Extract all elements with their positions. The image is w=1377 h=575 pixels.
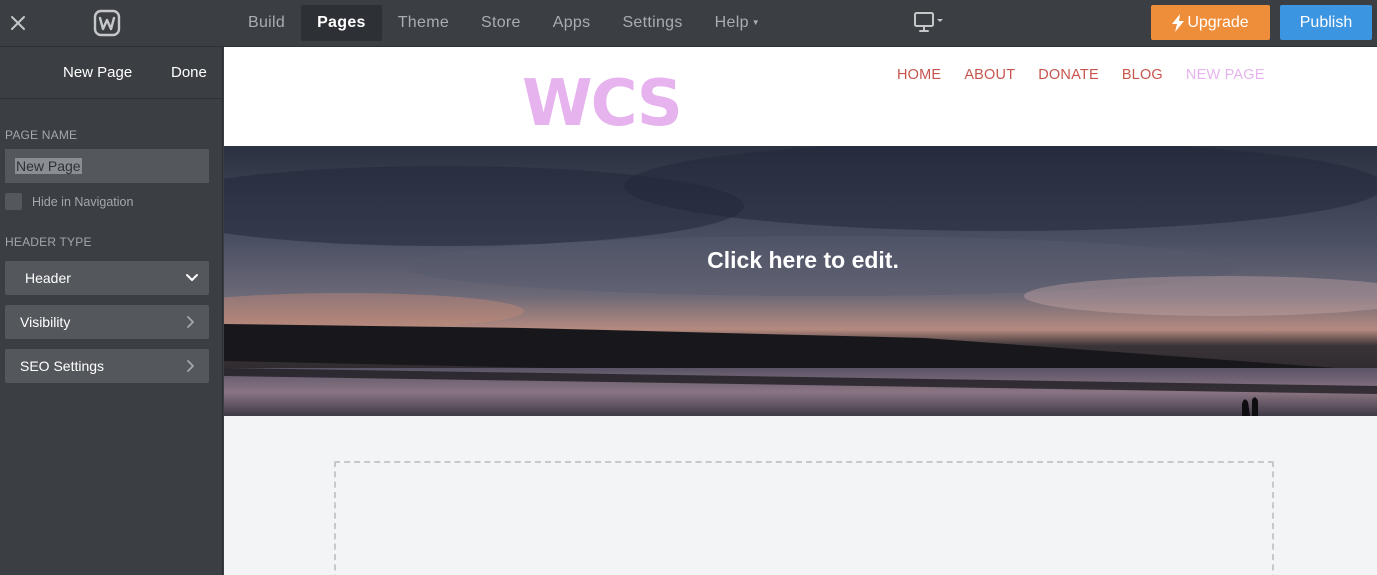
nav-pages[interactable]: Pages xyxy=(301,5,382,41)
done-button[interactable]: Done xyxy=(171,64,207,81)
site-preview-canvas: WCS HOME ABOUT DONATE BLOG NEW PAGE Clic… xyxy=(224,47,1377,575)
chevron-down-icon xyxy=(186,274,198,281)
chevron-right-icon xyxy=(187,316,194,328)
visibility-label: Visibility xyxy=(20,314,71,330)
nav-theme[interactable]: Theme xyxy=(382,5,465,41)
upgrade-button[interactable]: Upgrade xyxy=(1151,5,1270,40)
main-nav: Build Pages Theme Store Apps Settings He… xyxy=(232,5,776,41)
nav-help-label: Help xyxy=(714,14,749,32)
close-icon[interactable] xyxy=(6,10,30,36)
content-drop-zone[interactable] xyxy=(334,461,1274,575)
site-navigation: HOME ABOUT DONATE BLOG NEW PAGE xyxy=(897,67,1288,83)
header-type-select[interactable]: Header xyxy=(5,261,209,295)
page-name-value: New Page xyxy=(15,158,82,174)
header-type-label: HEADER TYPE xyxy=(5,235,92,249)
chevron-right-icon xyxy=(187,360,194,372)
site-logo[interactable]: WCS xyxy=(522,67,683,141)
upgrade-label: Upgrade xyxy=(1187,13,1249,31)
header-banner-image[interactable]: Click here to edit. xyxy=(224,146,1377,416)
nav-store[interactable]: Store xyxy=(465,5,537,41)
sidebar-title: New Page xyxy=(63,64,133,81)
banner-edit-text[interactable]: Click here to edit. xyxy=(224,245,1377,275)
site-nav-blog[interactable]: BLOG xyxy=(1122,67,1163,83)
site-nav-home[interactable]: HOME xyxy=(897,67,941,83)
top-toolbar: Build Pages Theme Store Apps Settings He… xyxy=(0,0,1377,47)
site-header: WCS HOME ABOUT DONATE BLOG NEW PAGE xyxy=(224,47,1377,146)
publish-button[interactable]: Publish xyxy=(1280,5,1372,40)
nav-settings[interactable]: Settings xyxy=(606,5,698,41)
hide-in-navigation-label: Hide in Navigation xyxy=(32,194,134,209)
page-name-label: PAGE NAME xyxy=(5,128,78,142)
device-preview-icon[interactable] xyxy=(912,11,946,35)
weebly-logo-icon[interactable] xyxy=(93,9,121,37)
visibility-row[interactable]: Visibility xyxy=(5,305,209,339)
site-nav-new-page[interactable]: NEW PAGE xyxy=(1186,67,1265,83)
seo-settings-label: SEO Settings xyxy=(20,358,105,374)
publish-label: Publish xyxy=(1299,13,1353,31)
sunset-landscape-image xyxy=(224,146,1377,416)
page-settings-sidebar: New Page Done PAGE NAME New Page Hide in… xyxy=(0,47,223,575)
site-nav-donate[interactable]: DONATE xyxy=(1038,67,1099,83)
hide-in-navigation-row: Hide in Navigation xyxy=(5,193,133,210)
header-type-value: Header xyxy=(25,270,71,286)
nav-help[interactable]: Help ▼ xyxy=(699,5,776,41)
hide-in-navigation-checkbox[interactable] xyxy=(5,193,22,210)
sidebar-header: New Page Done xyxy=(0,47,222,99)
nav-apps[interactable]: Apps xyxy=(537,5,607,41)
page-name-input[interactable]: New Page xyxy=(5,149,209,183)
nav-build[interactable]: Build xyxy=(232,5,301,41)
caret-down-icon: ▼ xyxy=(751,18,760,27)
seo-settings-row[interactable]: SEO Settings xyxy=(5,349,209,383)
lightning-icon xyxy=(1172,13,1185,32)
site-nav-about[interactable]: ABOUT xyxy=(964,67,1015,83)
